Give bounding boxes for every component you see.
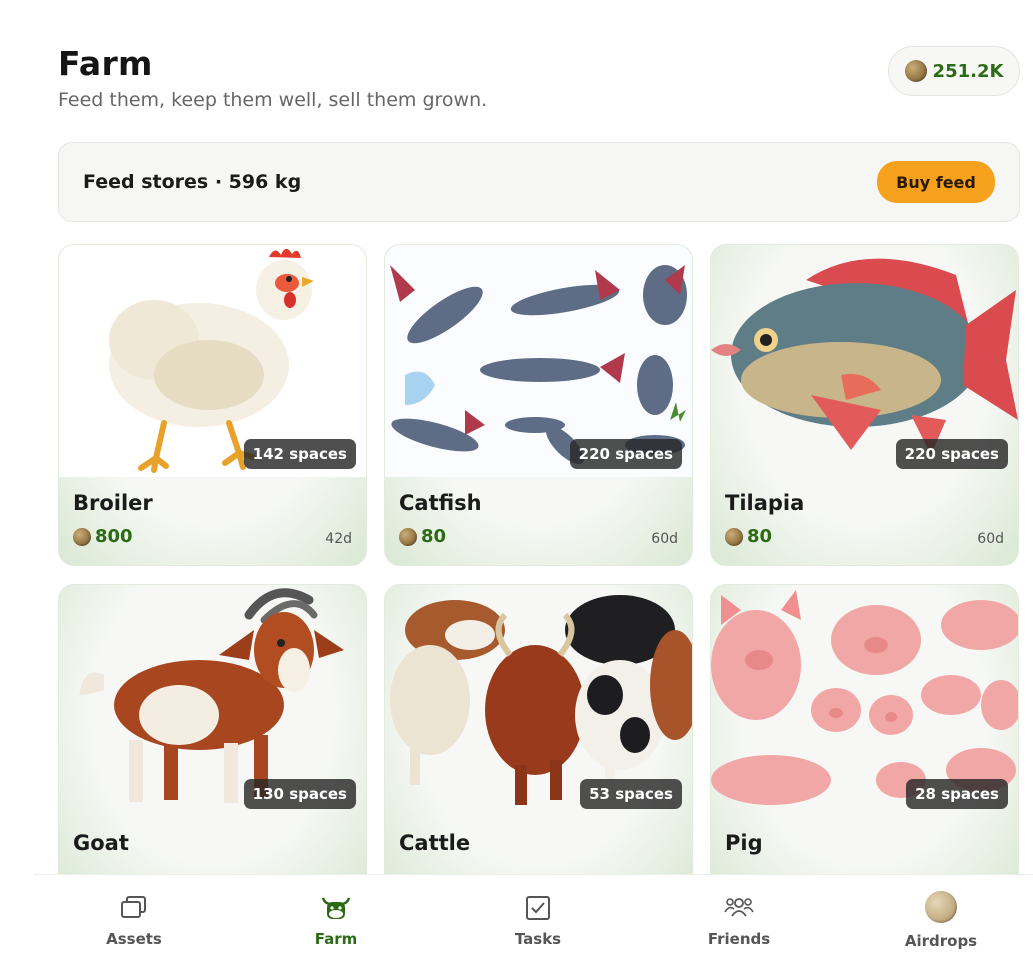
- coin-icon: [725, 527, 743, 546]
- page-header: Farm Feed them, keep them well, sell the…: [58, 44, 487, 111]
- feed-stores-text: Feed stores · 596 kg: [83, 171, 302, 193]
- page-subtitle: Feed them, keep them well, sell them gro…: [58, 89, 488, 111]
- grow-duration: 60d: [977, 531, 1004, 547]
- animal-name: Cattle: [399, 831, 471, 855]
- balance-pill[interactable]: 251.2K: [888, 46, 1020, 96]
- animal-name: Pig: [725, 831, 763, 855]
- animal-card-catfish[interactable]: 220 spaces Catfish 80 60d: [384, 244, 693, 566]
- tasks-checkbox-icon: [525, 895, 551, 925]
- grow-duration: 60d: [651, 531, 678, 547]
- animal-name: Broiler: [73, 491, 153, 515]
- nav-label: Assets: [106, 930, 162, 948]
- balance-value: 251.2K: [932, 60, 1004, 82]
- animal-card-tilapia[interactable]: 220 spaces Tilapia 80 60d: [710, 244, 1019, 566]
- animal-card-pig[interactable]: 28 spaces Pig: [710, 584, 1019, 906]
- animal-name: Goat: [73, 831, 129, 855]
- animal-price: 800: [95, 526, 133, 547]
- animal-card-goat[interactable]: 130 spaces Goat: [58, 584, 367, 906]
- page-title: Farm: [58, 44, 153, 83]
- animal-card-cattle[interactable]: 53 spaces Cattle: [384, 584, 693, 906]
- nav-tasks[interactable]: Tasks: [468, 875, 608, 963]
- spaces-badge: 53 spaces: [580, 779, 682, 809]
- bottom-nav: Assets Farm Tasks Friends Airdrops: [34, 874, 1033, 963]
- animal-name: Catfish: [399, 491, 482, 515]
- coin-icon: [925, 891, 957, 927]
- spaces-badge: 28 spaces: [906, 779, 1008, 809]
- coin-icon: [73, 527, 91, 546]
- price-row: 80: [399, 526, 446, 547]
- assets-icon: [120, 895, 148, 923]
- spaces-badge: 220 spaces: [569, 439, 682, 469]
- price-row: 80: [725, 526, 772, 547]
- grow-duration: 42d: [325, 531, 352, 547]
- nav-airdrops[interactable]: Airdrops: [871, 875, 1011, 963]
- nav-friends[interactable]: Friends: [669, 875, 809, 963]
- nav-label: Friends: [707, 930, 771, 948]
- spaces-badge: 142 spaces: [243, 439, 356, 469]
- animal-name: Tilapia: [725, 491, 805, 515]
- coin-icon: [904, 60, 927, 82]
- spaces-badge: 220 spaces: [895, 439, 1008, 469]
- feed-stores-bar: Feed stores · 596 kg Buy feed: [58, 142, 1020, 222]
- price-row: 800: [73, 526, 133, 547]
- nav-assets[interactable]: Assets: [64, 875, 204, 963]
- nav-label: Airdrops: [904, 932, 978, 950]
- animal-card-broiler[interactable]: 142 spaces Broiler 800 42d: [58, 244, 367, 566]
- buy-feed-button[interactable]: Buy feed: [877, 161, 995, 203]
- nav-label: Tasks: [514, 930, 562, 948]
- coin-icon: [399, 527, 417, 546]
- cow-icon: [319, 895, 353, 927]
- nav-label: Farm: [314, 930, 358, 948]
- spaces-badge: 130 spaces: [243, 779, 356, 809]
- animal-price: 80: [421, 526, 447, 547]
- nav-farm[interactable]: Farm: [266, 875, 406, 963]
- friends-icon: [723, 895, 755, 923]
- animal-price: 80: [747, 526, 773, 547]
